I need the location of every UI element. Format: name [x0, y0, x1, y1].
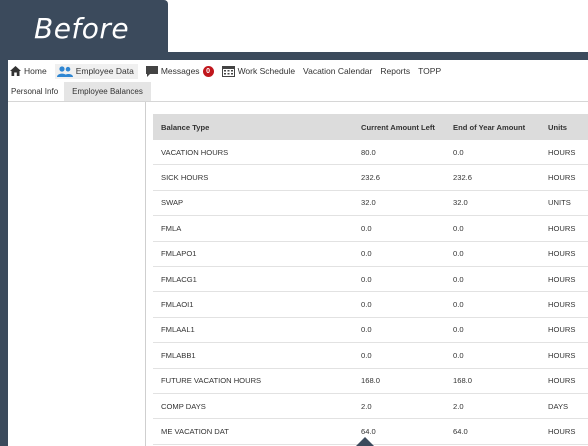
- cell-balance-type: FMLAPO1: [161, 249, 197, 259]
- cell-end-of-year: 0.0: [453, 147, 464, 157]
- nav-topp[interactable]: TOPP: [418, 66, 441, 76]
- left-panel: [8, 102, 146, 446]
- cell-units: HOURS: [548, 249, 576, 259]
- table-row: FMLAOI1 0.0 0.0 HOURS: [153, 292, 588, 318]
- tab-employee-balances[interactable]: Employee Balances: [64, 82, 151, 101]
- cell-current-amount: 0.0: [361, 300, 372, 310]
- cell-balance-type: FMLAOI1: [161, 300, 194, 310]
- app-window: Home Employee Data Messages 0 Work Sched…: [8, 60, 588, 446]
- top-navigation: Home Employee Data Messages 0 Work Sched…: [8, 60, 588, 82]
- header-end-of-year[interactable]: End of Year Amount: [453, 123, 548, 132]
- tab-personal-info-label: Personal Info: [11, 87, 59, 96]
- cell-units: HOURS: [548, 300, 576, 310]
- pointer-caret: [356, 437, 374, 446]
- nav-reports[interactable]: Reports: [380, 66, 410, 76]
- cell-balance-type: FMLABB1: [161, 350, 196, 360]
- calendar-icon: [221, 65, 235, 77]
- table-row: VACATION HOURS 80.0 0.0 HOURS: [153, 140, 588, 166]
- cell-current-amount: 168.0: [361, 376, 381, 386]
- cell-end-of-year: 64.0: [453, 426, 468, 436]
- table-row: FUTURE VACATION HOURS 168.0 168.0 HOURS: [153, 369, 588, 394]
- cell-units: HOURS: [548, 223, 576, 233]
- nav-reports-label: Reports: [380, 66, 411, 76]
- cell-current-amount: 0.0: [361, 223, 372, 233]
- table-header: Balance Type Current Amount Left End of …: [153, 114, 588, 140]
- cell-end-of-year: 232.6: [453, 173, 473, 183]
- table-row: FMLA 0.0 0.0 HOURS: [153, 216, 588, 242]
- cell-current-amount: 32.0: [361, 198, 376, 208]
- nav-work-schedule-label: Work Schedule: [237, 66, 296, 76]
- table-row: SWAP 32.0 32.0 UNITS: [153, 191, 588, 217]
- cell-end-of-year: 0.0: [453, 300, 464, 310]
- cell-current-amount: 0.0: [361, 274, 372, 284]
- tab-employee-balances-label: Employee Balances: [72, 87, 143, 96]
- messages-count-badge: 0: [202, 65, 214, 77]
- balances-table: Balance Type Current Amount Left End of …: [153, 114, 588, 445]
- header-current-amount[interactable]: Current Amount Left: [357, 123, 453, 132]
- cell-current-amount: 0.0: [361, 249, 372, 259]
- nav-vacation-calendar-label: Vacation Calendar: [303, 66, 373, 76]
- before-label: Before: [34, 12, 130, 45]
- cell-balance-type: FUTURE VACATION HOURS: [161, 376, 262, 386]
- table-row: FMLACG1 0.0 0.0 HOURS: [153, 267, 588, 293]
- cell-current-amount: 2.0: [361, 401, 372, 411]
- cell-current-amount: 64.0: [361, 426, 376, 436]
- table-row: FMLABB1 0.0 0.0 HOURS: [153, 343, 588, 369]
- cell-units: DAYS: [548, 401, 569, 411]
- cell-balance-type: FMLA: [161, 223, 182, 233]
- nav-topp-label: TOPP: [418, 66, 442, 76]
- cell-end-of-year: 0.0: [453, 274, 464, 284]
- cell-units: HOURS: [548, 173, 576, 183]
- table-body: VACATION HOURS 80.0 0.0 HOURS SICK HOURS 232.…: [153, 140, 588, 445]
- cell-units: HOURS: [548, 325, 576, 335]
- nav-employee-data-label: Employee Data: [75, 66, 134, 76]
- cell-current-amount: 80.0: [361, 147, 376, 157]
- cell-units: HOURS: [548, 426, 576, 436]
- cell-end-of-year: 0.0: [453, 249, 464, 259]
- cell-balance-type: ME VACATION DAT: [161, 426, 229, 436]
- cell-end-of-year: 32.0: [453, 198, 468, 208]
- sub-navigation: Personal Info Employee Balances: [8, 82, 588, 102]
- cell-current-amount: 0.0: [361, 350, 372, 360]
- table-row: FMLAPO1 0.0 0.0 HOURS: [153, 242, 588, 267]
- people-icon: [56, 65, 73, 77]
- nav-messages[interactable]: Messages 0: [145, 65, 214, 77]
- cell-end-of-year: 0.0: [453, 350, 464, 360]
- table-row: COMP DAYS 2.0 2.0 DAYS: [153, 394, 588, 420]
- cell-balance-type: FMLACG1: [161, 274, 197, 284]
- cell-units: HOURS: [548, 350, 576, 360]
- cell-end-of-year: 0.0: [453, 325, 464, 335]
- nav-employee-data[interactable]: Employee Data: [54, 63, 138, 79]
- before-banner: Before: [0, 0, 168, 52]
- cell-units: HOURS: [548, 376, 576, 386]
- cell-balance-type: VACATION HOURS: [161, 147, 229, 157]
- nav-vacation-calendar[interactable]: Vacation Calendar: [303, 66, 372, 76]
- table-row: FMLAAL1 0.0 0.0 HOURS: [153, 318, 588, 344]
- nav-home[interactable]: Home: [10, 66, 47, 76]
- header-balance-type[interactable]: Balance Type: [153, 123, 357, 132]
- cell-units: HOURS: [548, 274, 576, 284]
- cell-balance-type: SWAP: [161, 198, 184, 208]
- table-row: SICK HOURS 232.6 232.6 HOURS: [153, 165, 588, 191]
- cell-end-of-year: 168.0: [453, 376, 473, 386]
- nav-messages-label: Messages: [160, 66, 200, 76]
- cell-current-amount: 0.0: [361, 325, 372, 335]
- header-units[interactable]: Units: [548, 123, 588, 132]
- cell-balance-type: SICK HOURS: [161, 173, 209, 183]
- cell-balance-type: COMP DAYS: [161, 401, 206, 411]
- nav-home-label: Home: [24, 66, 47, 76]
- home-icon: [10, 66, 21, 76]
- cell-end-of-year: 0.0: [453, 223, 464, 233]
- cell-units: UNITS: [548, 198, 571, 208]
- chat-icon: [145, 65, 158, 77]
- cell-current-amount: 232.6: [361, 173, 381, 183]
- cell-balance-type: FMLAAL1: [161, 325, 195, 335]
- nav-work-schedule[interactable]: Work Schedule: [221, 65, 296, 77]
- cell-units: HOURS: [548, 147, 576, 157]
- cell-end-of-year: 2.0: [453, 401, 464, 411]
- tab-personal-info[interactable]: Personal Info: [8, 82, 64, 101]
